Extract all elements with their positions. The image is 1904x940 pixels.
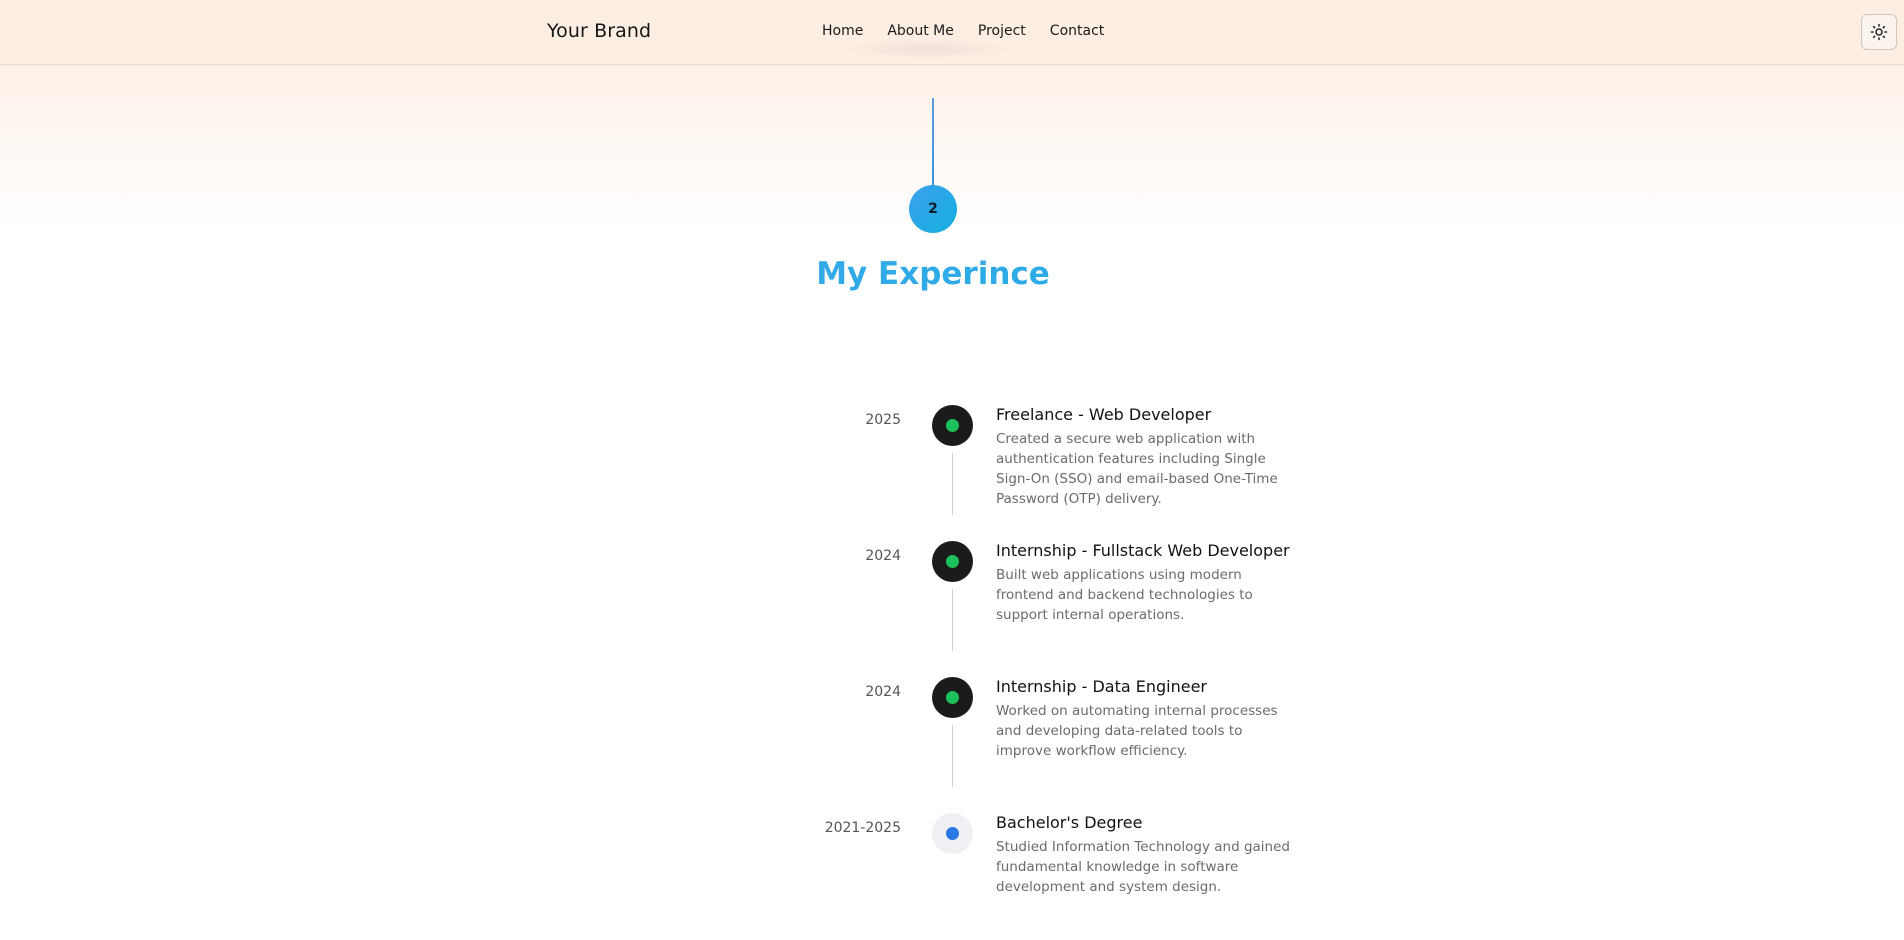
status-dot-blue bbox=[946, 827, 959, 840]
navbar: Your Brand Home About Me Project Contact bbox=[0, 0, 1904, 65]
section-marker-line bbox=[932, 98, 934, 186]
sun-icon bbox=[1870, 23, 1888, 41]
timeline-year: 2021-2025 bbox=[824, 820, 901, 836]
nav-links: Home About Me Project Contact bbox=[822, 23, 1104, 39]
timeline-description: Worked on automating internal processes … bbox=[996, 703, 1278, 759]
timeline-dot bbox=[932, 405, 973, 446]
timeline-description: Studied Information Technology and gaine… bbox=[996, 839, 1290, 895]
timeline-dot bbox=[932, 677, 973, 718]
section-number-badge: 2 bbox=[909, 185, 957, 233]
timeline-connector bbox=[952, 589, 953, 651]
timeline-title: Internship - Data Engineer bbox=[996, 677, 1207, 696]
timeline-connector bbox=[952, 453, 953, 515]
section-title: My Experince bbox=[0, 256, 1866, 292]
nav-link-home[interactable]: Home bbox=[822, 23, 863, 39]
timeline-dot bbox=[932, 541, 973, 582]
timeline-description: Built web applications using modern fron… bbox=[996, 567, 1253, 623]
timeline-title: Internship - Fullstack Web Developer bbox=[996, 541, 1290, 560]
timeline-title: Bachelor's Degree bbox=[996, 813, 1143, 832]
status-dot-green bbox=[946, 691, 959, 704]
timeline-description: Created a secure web application with au… bbox=[996, 431, 1278, 507]
timeline-connector bbox=[952, 725, 953, 787]
timeline-year: 2024 bbox=[865, 684, 901, 700]
nav-link-contact[interactable]: Contact bbox=[1050, 23, 1104, 39]
brand-logo[interactable]: Your Brand bbox=[547, 20, 651, 42]
timeline-year: 2025 bbox=[865, 412, 901, 428]
timeline-title: Freelance - Web Developer bbox=[996, 405, 1212, 424]
nav-link-project[interactable]: Project bbox=[978, 23, 1026, 39]
status-dot-green bbox=[946, 419, 959, 432]
nav-link-about-me[interactable]: About Me bbox=[887, 23, 954, 39]
status-dot-green bbox=[946, 555, 959, 568]
timeline-year: 2024 bbox=[865, 548, 901, 564]
nav-hover-glow bbox=[840, 38, 1015, 60]
timeline-dot bbox=[932, 813, 973, 854]
theme-toggle-button[interactable] bbox=[1861, 14, 1897, 50]
